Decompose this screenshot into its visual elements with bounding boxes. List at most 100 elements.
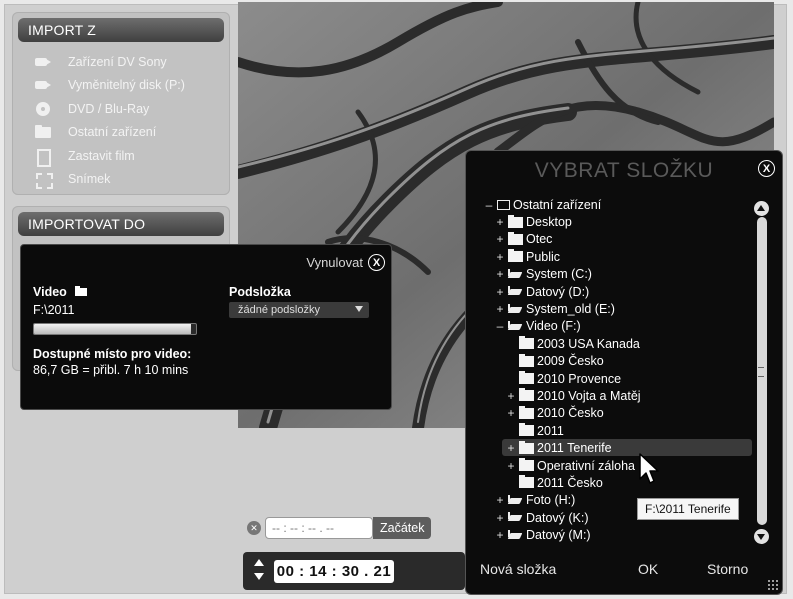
drive-icon — [508, 512, 523, 523]
import-source-label: Vyměnitelný disk (P:) — [68, 78, 185, 93]
folder-icon[interactable] — [74, 286, 87, 296]
tree-item[interactable]: + System (C:) — [466, 266, 756, 283]
mouse-cursor-icon — [639, 453, 659, 484]
expand-icon[interactable]: + — [506, 441, 516, 455]
folder-icon — [32, 124, 54, 140]
tree-item[interactable]: – Ostatní zařízení — [466, 196, 756, 213]
start-timecode-value: -- : -- : -- . -- — [272, 521, 334, 535]
tree-item-label: 2009 Česko — [537, 354, 604, 369]
expand-icon[interactable]: + — [495, 232, 505, 246]
import-source-item[interactable]: Zastavit film — [32, 144, 185, 168]
tree-item-label: 2010 Provence — [537, 371, 622, 386]
scroll-thumb[interactable] — [757, 217, 767, 525]
folder-icon — [519, 388, 534, 402]
tree-item[interactable]: + Datový (D:) — [466, 283, 756, 300]
reset-label: Vynulovat — [306, 255, 363, 270]
tree-item[interactable]: +2010 Vojta a Matěj — [466, 387, 756, 404]
import-from-list: Zařízení DV Sony Vyměnitelný disk (P:) DVD… — [32, 50, 185, 191]
expand-icon[interactable]: + — [495, 215, 505, 229]
frame-icon — [32, 171, 54, 190]
expand-icon[interactable]: + — [506, 389, 516, 403]
folder-icon — [519, 423, 534, 437]
subfolder-select[interactable]: žádné podsložky — [229, 302, 369, 318]
expand-icon[interactable]: + — [495, 302, 505, 316]
tree-item[interactable]: + System_old (E:) — [466, 300, 756, 317]
expand-icon[interactable]: + — [495, 267, 505, 281]
folder-icon — [519, 405, 534, 419]
expand-icon[interactable]: + — [495, 511, 505, 525]
tree-item-label: 2010 Česko — [537, 406, 604, 421]
tree-item[interactable]: + Datový (M:) — [466, 526, 756, 543]
tree-item[interactable]: + Operativní záloha — [466, 457, 756, 474]
folder-icon — [519, 336, 534, 350]
tree-item-label: Foto (H:) — [526, 493, 576, 508]
import-source-label: Ostatní zařízení — [68, 125, 157, 140]
disc-icon — [32, 101, 54, 117]
vertical-scrollbar[interactable] — [754, 201, 769, 544]
space-usage-bar — [33, 323, 197, 335]
start-timecode-field[interactable]: -- : -- : -- . -- — [265, 517, 373, 539]
expand-icon[interactable]: + — [495, 285, 505, 299]
tree-item[interactable]: – Video (F:) — [466, 318, 756, 335]
import-source-label: Zastavit film — [68, 148, 135, 163]
subfolder-label: Podsložka — [229, 285, 291, 299]
tree-item[interactable]: + Otec — [466, 231, 756, 248]
folder-icon — [519, 353, 534, 367]
import-source-item[interactable]: Zařízení DV Sony — [32, 50, 185, 74]
tree-item[interactable]: + Desktop — [466, 213, 756, 230]
tree-item[interactable]: 2011 Česko — [466, 474, 756, 491]
folder-icon — [519, 458, 534, 472]
import-source-item[interactable]: Snímek — [32, 168, 185, 192]
timecode-spinner[interactable] — [253, 558, 265, 584]
tree-item[interactable]: 2010 Provence — [466, 370, 756, 387]
scroll-down-icon[interactable] — [754, 529, 769, 544]
tree-item[interactable]: + Public — [466, 248, 756, 265]
arrow-down-icon[interactable] — [254, 573, 264, 580]
import-source-item[interactable]: Vyměnitelný disk (P:) — [32, 74, 185, 98]
ok-button[interactable]: OK — [638, 561, 658, 577]
grip-icon — [758, 367, 764, 377]
scroll-up-icon[interactable] — [754, 201, 769, 216]
camera-icon — [32, 54, 54, 70]
drive-icon — [508, 303, 523, 315]
tree-item-label: Video (F:) — [526, 319, 581, 334]
expand-icon[interactable]: + — [495, 493, 505, 507]
expand-icon[interactable]: + — [495, 528, 505, 542]
new-folder-button[interactable]: Nová složka — [480, 561, 556, 577]
tree-item[interactable]: 2003 USA Kanada — [466, 335, 756, 352]
folder-icon — [519, 440, 534, 454]
resize-grip-icon[interactable] — [767, 579, 778, 590]
tree-item-label: Otec — [526, 232, 553, 247]
import-source-item[interactable]: Ostatní zařízení — [32, 121, 185, 145]
tree-item[interactable]: +2011 Tenerife — [466, 439, 756, 457]
arrow-up-icon[interactable] — [254, 559, 264, 566]
start-label[interactable]: Začátek — [373, 517, 432, 539]
close-icon[interactable]: X — [368, 254, 385, 271]
close-icon[interactable]: X — [758, 160, 775, 177]
folder-tooltip: F:\2011 Tenerife — [637, 498, 739, 520]
drive-icon — [508, 529, 523, 541]
reset-button[interactable]: Vynulovat X — [306, 254, 385, 271]
clear-icon[interactable]: ✕ — [247, 521, 261, 535]
current-timecode[interactable]: 00 : 14 : 30 . 21 — [274, 560, 394, 583]
import-from-panel: IMPORT Z Zařízení DV Sony Vyměnitelný dis… — [12, 12, 230, 195]
collapse-icon[interactable]: – — [484, 198, 494, 212]
cancel-button[interactable]: Storno — [707, 561, 748, 577]
drive-icon — [508, 494, 523, 506]
collapse-icon[interactable]: – — [495, 319, 505, 333]
space-usage-fill — [34, 324, 192, 334]
folder-tree: – Ostatní zařízení + Desktop + Otec + Public + Sy… — [466, 196, 756, 544]
tree-item-label: Datový (M:) — [526, 528, 591, 543]
drive-icon — [508, 268, 523, 280]
expand-icon[interactable]: + — [506, 406, 516, 420]
tree-item[interactable]: +2010 Česko — [466, 405, 756, 422]
tree-item[interactable]: 2009 Česko — [466, 353, 756, 370]
tree-item-label: 2011 — [537, 423, 564, 438]
tree-item[interactable]: 2011 — [466, 422, 756, 439]
expand-icon[interactable]: + — [506, 459, 516, 473]
expand-icon[interactable]: + — [495, 250, 505, 264]
film-icon — [32, 148, 54, 167]
import-source-label: Snímek — [68, 172, 111, 187]
dialog-title: VYBRAT SLOŽKU — [534, 159, 714, 182]
import-source-item[interactable]: DVD / Blu-Ray — [32, 97, 185, 121]
